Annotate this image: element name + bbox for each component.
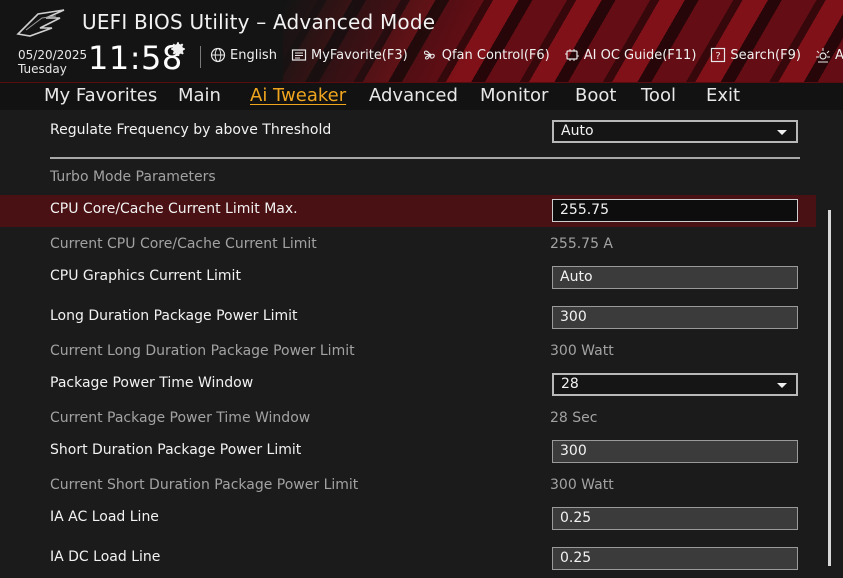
regulate-frequency-dropdown[interactable]: Auto: [552, 120, 798, 143]
fan-icon: [423, 50, 435, 60]
cpu-core-cache-limit-max-input[interactable]: 255.75: [552, 199, 798, 222]
current-long-duration-power-limit-label: Current Long Duration Package Power Limi…: [50, 343, 355, 359]
package-power-time-window-dropdown[interactable]: 28: [552, 373, 798, 396]
tab-monitor[interactable]: Monitor: [480, 85, 548, 106]
tab-ai-tweaker[interactable]: Ai Tweaker: [250, 85, 346, 106]
aura-label: AURA(F4): [834, 47, 843, 63]
current-package-power-time-window-value: 28 Sec: [550, 410, 598, 426]
ai-oc-guide-icon: [564, 49, 579, 61]
tab-advanced[interactable]: Advanced: [369, 85, 458, 106]
current-package-power-time-window-label: Current Package Power Time Window: [50, 410, 311, 426]
header-bar: UEFI BIOS Utility – Advanced Mode 05/20/…: [0, 0, 843, 82]
tab-boot[interactable]: Boot: [575, 85, 616, 106]
current-cpu-core-cache-limit-label: Current CPU Core/Cache Current Limit: [50, 236, 317, 252]
settings-panel: Regulate Frequency by above Threshold Au…: [0, 110, 843, 578]
tab-main[interactable]: Main: [178, 85, 221, 106]
long-duration-power-limit-input[interactable]: 300: [552, 306, 798, 329]
main-menu: My Favorites Main Ai Tweaker Advanced Mo…: [0, 83, 843, 110]
cpu-core-cache-limit-max-label: CPU Core/Cache Current Limit Max.: [50, 201, 298, 217]
aura-icon: [815, 48, 830, 63]
chevron-down-icon: [777, 130, 787, 135]
ai-oc-guide-label: AI OC Guide(F11): [583, 47, 697, 63]
gear-icon[interactable]: [169, 40, 187, 58]
current-cpu-core-cache-limit-value: 255.75 A: [550, 236, 614, 252]
qfan-control-button[interactable]: Qfan Control(F6): [422, 47, 550, 63]
ia-dc-load-line-input[interactable]: 0.25: [552, 547, 798, 570]
long-duration-power-limit-label: Long Duration Package Power Limit: [50, 308, 298, 324]
day-text: Tuesday: [18, 62, 67, 76]
language-button[interactable]: English: [210, 47, 277, 63]
search-button[interactable]: ? Search(F9): [710, 47, 801, 63]
favorite-icon: [291, 49, 307, 61]
current-short-duration-power-limit-value: 300 Watt: [550, 477, 614, 493]
current-short-duration-power-limit-label: Current Short Duration Package Power Lim…: [50, 477, 359, 493]
ai-oc-guide-button[interactable]: AI OC Guide(F11): [564, 47, 697, 63]
globe-icon: [210, 47, 226, 63]
header-toolbar: English MyFavorite(F3) Qfan Control(F6): [210, 47, 843, 63]
tab-tool[interactable]: Tool: [641, 85, 676, 106]
regulate-frequency-label: Regulate Frequency by above Threshold: [50, 122, 332, 138]
section-divider: [50, 157, 800, 159]
search-icon: ?: [711, 47, 726, 63]
cpu-graphics-limit-label: CPU Graphics Current Limit: [50, 268, 241, 284]
scrollbar[interactable]: [828, 210, 831, 566]
date-display: 05/20/2025 Tuesday: [18, 48, 87, 76]
package-power-time-window-label: Package Power Time Window: [50, 375, 254, 391]
myfavorite-label: MyFavorite(F3): [310, 47, 408, 63]
current-long-duration-power-limit-value: 300 Watt: [550, 343, 614, 359]
tab-my-favorites[interactable]: My Favorites: [44, 85, 157, 106]
search-label: Search(F9): [730, 47, 801, 63]
package-power-time-window-value: 28: [561, 376, 579, 392]
short-duration-power-limit-label: Short Duration Package Power Limit: [50, 442, 302, 458]
date-text: 05/20/2025: [18, 48, 88, 62]
chevron-down-icon: [777, 383, 787, 388]
short-duration-power-limit-input[interactable]: 300: [552, 440, 798, 463]
qfan-control-label: Qfan Control(F6): [441, 47, 550, 63]
ia-dc-load-line-label: IA DC Load Line: [50, 549, 161, 565]
cpu-graphics-limit-input[interactable]: Auto: [552, 266, 798, 289]
ia-ac-load-line-input[interactable]: 0.25: [552, 507, 798, 530]
myfavorite-button[interactable]: MyFavorite(F3): [291, 47, 408, 63]
tab-exit[interactable]: Exit: [706, 85, 740, 106]
regulate-frequency-value: Auto: [561, 123, 594, 139]
language-label: English: [230, 47, 277, 63]
section-title: Turbo Mode Parameters: [50, 169, 216, 185]
header-separator: [200, 46, 201, 68]
svg-text:?: ?: [716, 51, 721, 62]
window-title: UEFI BIOS Utility – Advanced Mode: [82, 10, 436, 34]
rog-logo-icon: [16, 9, 65, 37]
ia-ac-load-line-label: IA AC Load Line: [50, 509, 159, 525]
aura-button[interactable]: AURA(F4): [815, 47, 843, 63]
